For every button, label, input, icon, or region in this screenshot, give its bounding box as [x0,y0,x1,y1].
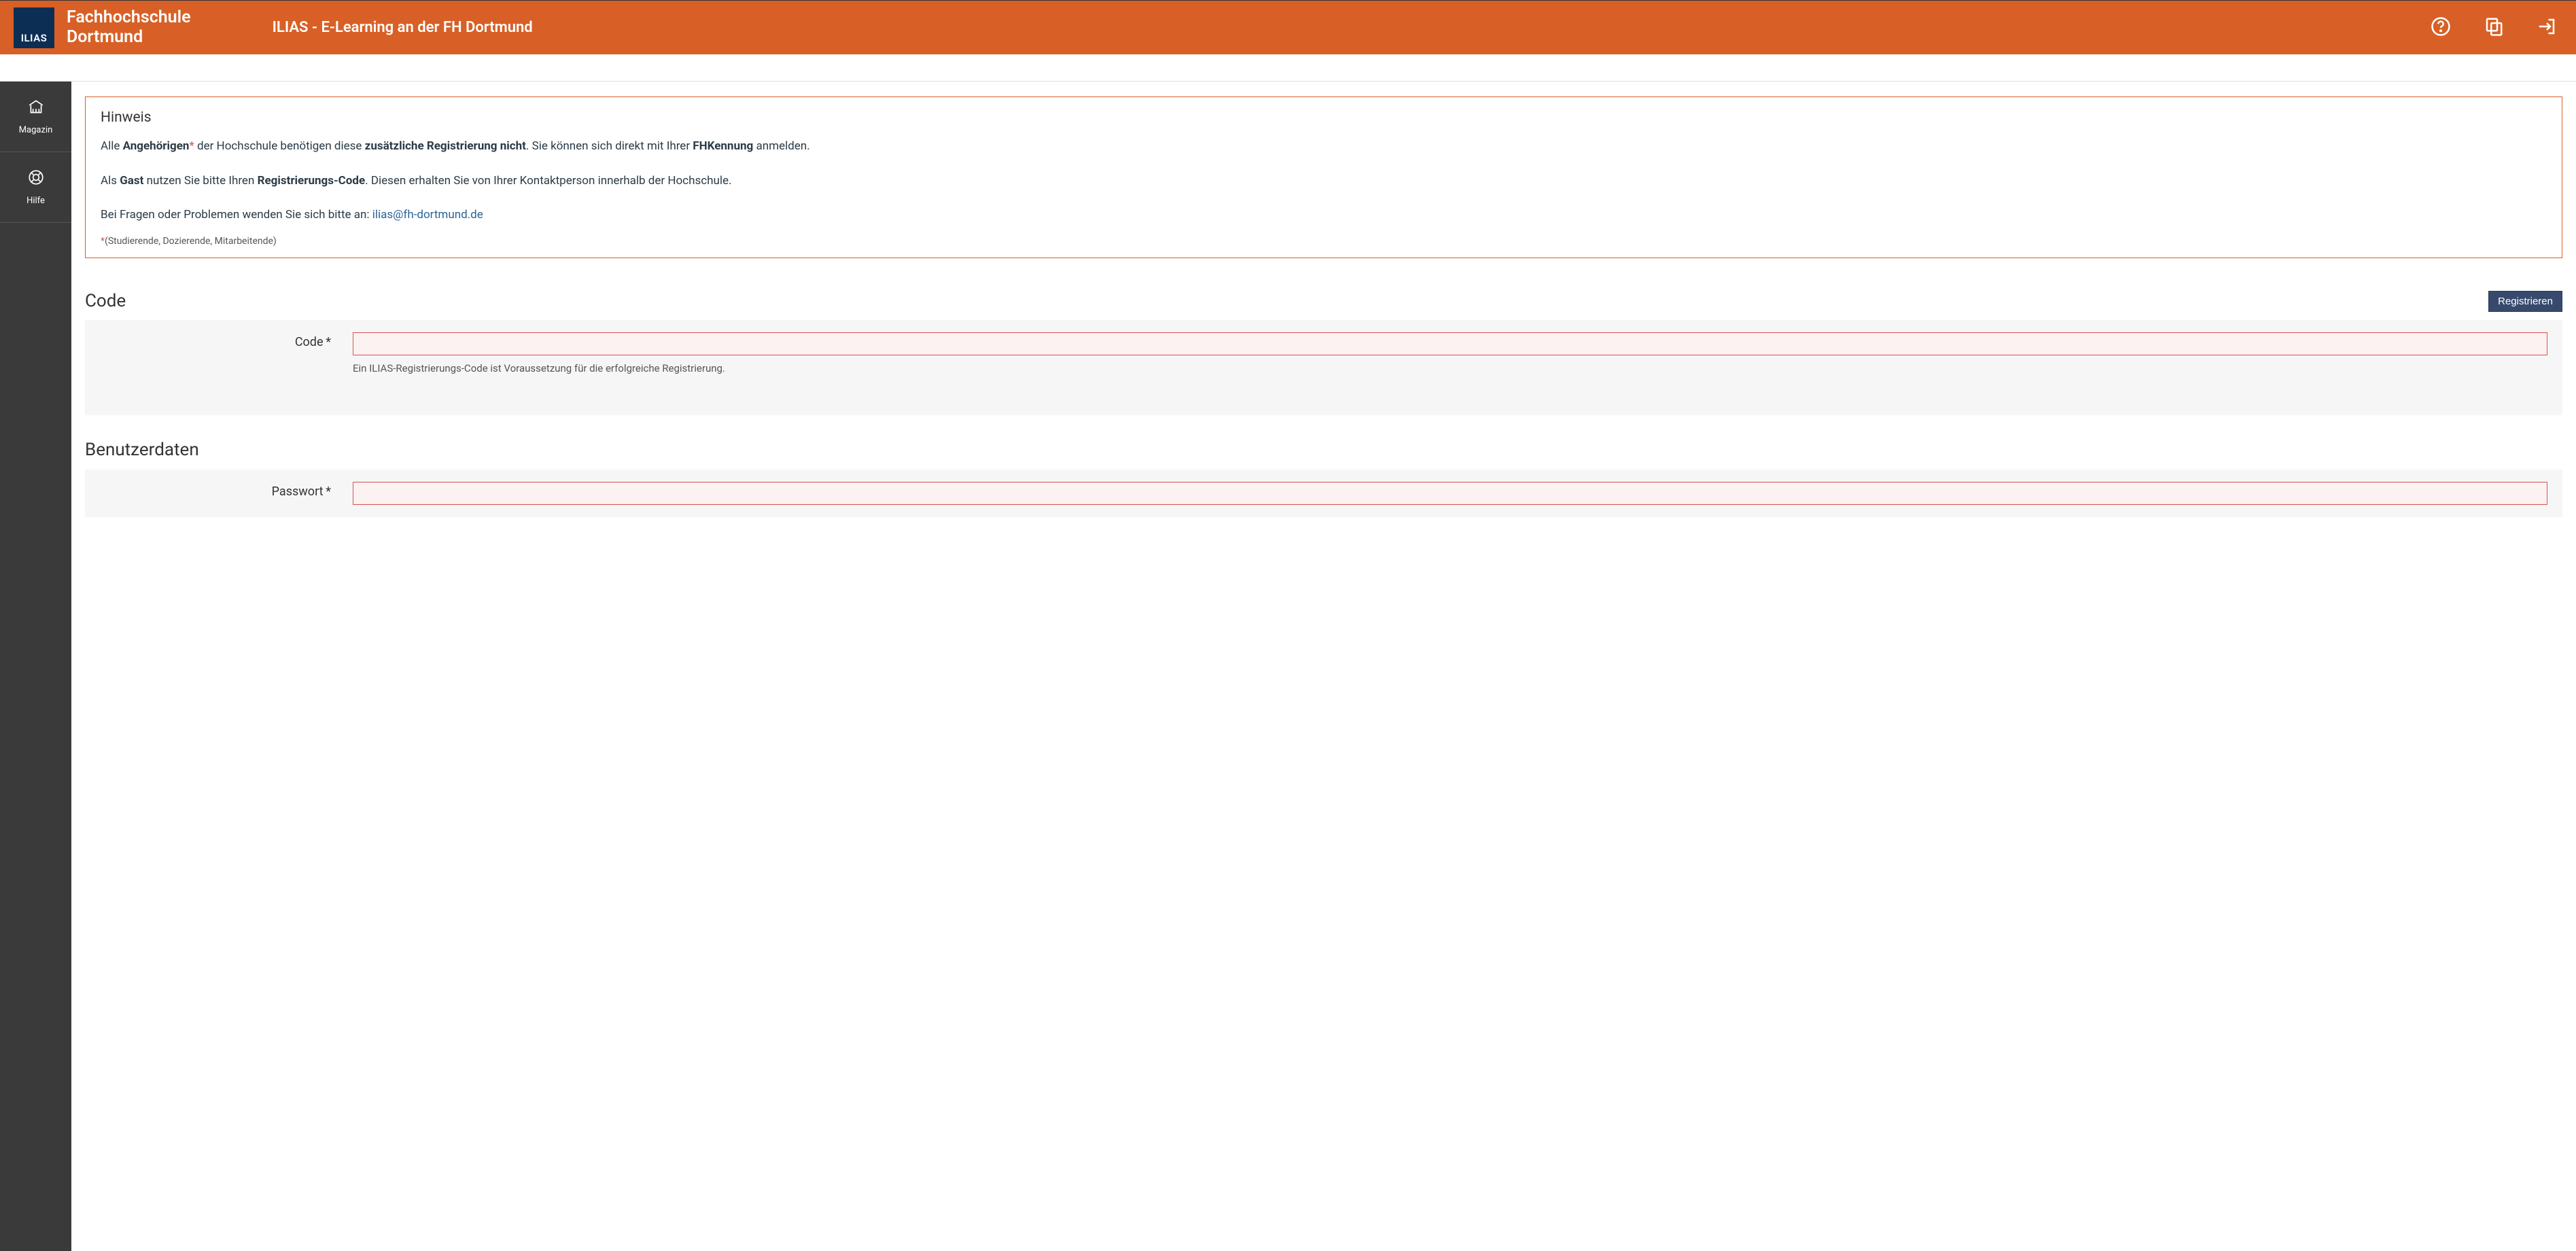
login-icon[interactable] [2537,16,2557,39]
info-paragraph-2: Als Gast nutzen Sie bitte Ihren Registri… [101,173,2547,190]
form-row-code: Code * Ein ILIAS-Registrierungs-Code ist… [100,332,2547,374]
building-icon [27,98,45,118]
info-paragraph-3: Bei Fragen oder Problemen wenden Sie sic… [101,207,2547,224]
code-required-mark: * [326,335,331,349]
sidebar-item-hilfe[interactable]: Hilfe [0,152,71,223]
page-title: ILIAS - E-Learning an der FH Dortmund [273,19,533,36]
form-row-password: Passwort * [100,482,2547,505]
top-banner: ILIAS Fachhochschule Dortmund ILIAS - E-… [0,0,2576,54]
logo-text: ILIAS [21,32,48,44]
info-paragraph-1: Alle Angehörigen* der Hochschule benötig… [101,138,2547,155]
password-required-mark: * [326,484,331,499]
section-code-header: Code Registrieren [85,291,2562,312]
code-input[interactable] [353,332,2547,355]
top-icons [2431,16,2562,39]
password-input[interactable] [353,482,2547,505]
sidebar-item-magazin[interactable]: Magazin [0,82,71,152]
info-box: Hinweis Alle Angehörigen* der Hochschule… [85,96,2562,258]
copy-icon[interactable] [2484,16,2504,39]
sidebar: Magazin Hilfe [0,82,71,1251]
lifebuoy-icon [27,169,45,189]
section-user-title: Benutzerdaten [85,440,2562,460]
register-button[interactable]: Registrieren [2488,291,2562,312]
code-label: Code [295,335,324,349]
brand-line2: Dortmund [67,27,143,47]
main-content: Hinweis Alle Angehörigen* der Hochschule… [71,82,2576,1251]
subheader [0,54,2576,82]
form-block-code: Code * Ein ILIAS-Registrierungs-Code ist… [85,320,2562,415]
contact-email-link[interactable]: ilias@fh-dortmund.de [372,208,483,222]
help-icon[interactable] [2431,16,2451,39]
sidebar-item-label: Magazin [19,125,53,135]
info-footnote: *(Studierende, Dozierende, Mitarbeitende… [101,236,2547,247]
brand-title: Fachhochschule Dortmund [67,8,191,48]
form-block-user: Passwort * [85,470,2562,517]
password-label: Passwort [272,484,324,499]
section-code-title: Code [85,291,126,311]
ilias-logo[interactable]: ILIAS [14,7,54,48]
info-heading: Hinweis [101,109,2547,126]
code-help-text: Ein ILIAS-Registrierungs-Code ist Voraus… [353,362,2547,374]
brand-line1: Fachhochschule [67,7,191,27]
sidebar-item-label: Hilfe [27,196,45,206]
